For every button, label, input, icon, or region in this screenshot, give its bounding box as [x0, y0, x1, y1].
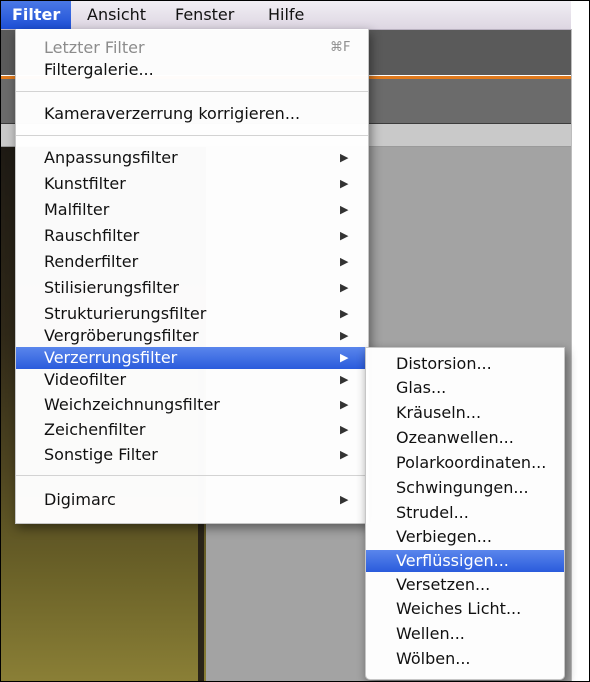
submenu-item-kraeuseln[interactable]: Kräuseln... [366, 402, 564, 424]
menu-item-label: Weiches Licht... [396, 599, 522, 618]
menu-hilfe[interactable]: Hilfe [257, 1, 315, 29]
submenu-item-glas[interactable]: Glas... [366, 377, 564, 399]
submenu-arrow-icon: ▶ [340, 229, 349, 242]
menu-item-lens-correction[interactable]: Kameraverzerrung korrigieren... [16, 103, 368, 125]
menu-item-label: Sonstige Filter [44, 445, 158, 464]
menu-item-label: Anpassungsfilter [44, 148, 178, 167]
menu-item-label: Schwingungen... [396, 478, 529, 497]
menu-item-zeichenfilter[interactable]: Zeichenfilter ▶ [16, 419, 368, 441]
submenu-item-verfluessigen[interactable]: Verflüssigen... [366, 550, 564, 572]
menu-item-label: Renderfilter [44, 252, 139, 271]
menu-item-label: Strukturierungsfilter [44, 304, 207, 323]
submenu-item-distorsion[interactable]: Distorsion... [366, 353, 564, 375]
menu-item-label: Polarkoordinaten... [396, 453, 547, 472]
menu-item-label: Distorsion... [396, 354, 492, 373]
submenu-arrow-icon: ▶ [340, 423, 349, 436]
menu-item-label: Filtergalerie... [44, 60, 154, 79]
menu-item-anpassungsfilter[interactable]: Anpassungsfilter ▶ [16, 147, 368, 169]
menu-item-label: Rauschfilter [44, 226, 140, 245]
menu-separator [16, 135, 368, 136]
right-edge-panel [571, 29, 589, 681]
submenu-item-verbiegen[interactable]: Verbiegen... [366, 526, 564, 548]
menu-item-kunstfilter[interactable]: Kunstfilter ▶ [16, 173, 368, 195]
menu-item-filtergalerie[interactable]: Filtergalerie... [16, 59, 368, 81]
menu-separator [16, 91, 368, 92]
submenu-item-weiches-licht[interactable]: Weiches Licht... [366, 598, 564, 620]
verzerrungsfilter-submenu: Distorsion... Glas... Kräuseln... Ozeanw… [365, 347, 565, 680]
menu-item-sonstige-filter[interactable]: Sonstige Filter ▶ [16, 444, 368, 466]
submenu-item-polarkoordinaten[interactable]: Polarkoordinaten... [366, 452, 564, 474]
menu-ansicht[interactable]: Ansicht [76, 1, 157, 29]
menu-item-videofilter[interactable]: Videofilter ▶ [16, 369, 368, 391]
submenu-item-schwingungen[interactable]: Schwingungen... [366, 477, 564, 499]
menu-item-verzerrungsfilter[interactable]: Verzerrungsfilter ▶ [16, 347, 368, 369]
menu-item-label: Verflüssigen... [396, 551, 509, 570]
menu-item-label: Strudel... [396, 503, 469, 522]
menu-item-label: Kameraverzerrung korrigieren... [44, 104, 301, 123]
menu-bar: Filter Ansicht Fenster Hilfe [1, 1, 571, 30]
menu-filter[interactable]: Filter [1, 1, 72, 29]
submenu-arrow-icon: ▶ [340, 373, 349, 386]
menu-item-label: Kunstfilter [44, 174, 126, 193]
menu-item-label: Letzter Filter [44, 38, 145, 57]
shortcut-label: ⌘F [330, 40, 351, 55]
menu-item-malfilter[interactable]: Malfilter ▶ [16, 199, 368, 221]
submenu-arrow-icon: ▶ [340, 351, 349, 364]
menu-item-label: Versetzen... [396, 575, 491, 594]
menu-item-label: Glas... [396, 378, 447, 397]
menu-item-label: Vergröberungsfilter [44, 326, 199, 345]
menu-item-strukturierungsfilter[interactable]: Strukturierungsfilter ▶ [16, 303, 368, 325]
menu-item-label: Weichzeichnungsfilter [44, 395, 220, 414]
menu-item-last-filter: Letzter Filter ⌘F [16, 37, 368, 59]
screenshot-frame: Filter Ansicht Fenster Hilfe Letzter Fil… [0, 0, 590, 682]
submenu-item-versetzen[interactable]: Versetzen... [366, 574, 564, 596]
submenu-arrow-icon: ▶ [340, 151, 349, 164]
submenu-arrow-icon: ▶ [340, 398, 349, 411]
menu-item-digimarc[interactable]: Digimarc ▶ [16, 489, 368, 511]
menu-item-label: Wellen... [396, 624, 465, 643]
submenu-arrow-icon: ▶ [340, 203, 349, 216]
menu-item-label: Stilisierungsfilter [44, 278, 179, 297]
menu-item-weichzeichnungsfilter[interactable]: Weichzeichnungsfilter ▶ [16, 394, 368, 416]
submenu-item-wellen[interactable]: Wellen... [366, 623, 564, 645]
submenu-arrow-icon: ▶ [340, 493, 349, 506]
submenu-arrow-icon: ▶ [340, 448, 349, 461]
filter-dropdown-menu: Letzter Filter ⌘F Filtergalerie... Kamer… [15, 29, 369, 524]
menu-item-label: Videofilter [44, 370, 127, 389]
submenu-arrow-icon: ▶ [340, 281, 349, 294]
menu-fenster[interactable]: Fenster [164, 1, 245, 29]
submenu-arrow-icon: ▶ [340, 307, 349, 320]
menu-item-stilisierungsfilter[interactable]: Stilisierungsfilter ▶ [16, 277, 368, 299]
menu-item-label: Wölben... [396, 649, 471, 668]
menu-item-label: Malfilter [44, 200, 110, 219]
submenu-item-woelben[interactable]: Wölben... [366, 648, 564, 670]
submenu-arrow-icon: ▶ [340, 329, 349, 342]
submenu-arrow-icon: ▶ [340, 177, 349, 190]
menu-item-rauschfilter[interactable]: Rauschfilter ▶ [16, 225, 368, 247]
menu-item-label: Verbiegen... [396, 527, 492, 546]
menu-item-label: Digimarc [44, 490, 116, 509]
menu-item-label: Kräuseln... [396, 403, 482, 422]
menu-item-renderfilter[interactable]: Renderfilter ▶ [16, 251, 368, 273]
menu-item-vergroeberungsfilter[interactable]: Vergröberungsfilter ▶ [16, 325, 368, 347]
submenu-item-strudel[interactable]: Strudel... [366, 502, 564, 524]
menu-item-label: Zeichenfilter [44, 420, 146, 439]
submenu-arrow-icon: ▶ [340, 255, 349, 268]
menu-item-label: Ozeanwellen... [396, 428, 514, 447]
submenu-item-ozeanwellen[interactable]: Ozeanwellen... [366, 427, 564, 449]
menu-separator [16, 475, 368, 476]
menu-item-label: Verzerrungsfilter [44, 348, 178, 367]
